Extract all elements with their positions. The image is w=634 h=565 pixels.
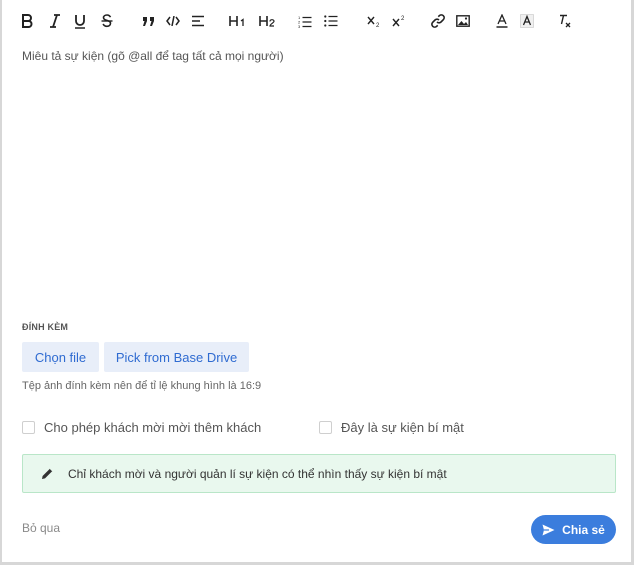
italic-icon[interactable]	[42, 9, 67, 33]
bullet-list-icon[interactable]	[320, 9, 342, 33]
allow-guests-checkbox[interactable]	[22, 421, 35, 434]
secret-event-notice: Chỉ khách mời và người quản lí sự kiện c…	[22, 454, 616, 493]
choose-file-button[interactable]: Chọn file	[22, 342, 99, 372]
underline-icon[interactable]	[67, 9, 93, 33]
skip-button[interactable]: Bỏ qua	[22, 521, 60, 535]
secret-event-label: Đây là sự kiện bí mật	[341, 420, 464, 435]
strikethrough-icon[interactable]	[93, 9, 120, 33]
event-dialog: 123 2 2 Miêu tả sự kiện (gõ @all để tag …	[0, 0, 634, 565]
code-icon[interactable]	[160, 9, 186, 33]
notice-text: Chỉ khách mời và người quản lí sự kiện c…	[68, 466, 447, 481]
attachments-label: ĐÍNH KÈM	[22, 322, 69, 332]
heading-2-icon[interactable]	[252, 9, 282, 33]
editor-toolbar: 123 2 2	[12, 8, 622, 34]
text-color-icon[interactable]	[490, 9, 514, 33]
align-icon[interactable]	[186, 9, 210, 33]
allow-guests-label: Cho phép khách mời mời thêm khách	[44, 420, 262, 435]
description-editor[interactable]: Miêu tả sự kiện (gõ @all để tag tất cả m…	[22, 49, 284, 63]
pencil-icon	[41, 467, 54, 480]
bold-icon[interactable]	[12, 9, 42, 33]
send-icon	[542, 524, 555, 536]
svg-text:2: 2	[376, 23, 380, 27]
heading-1-icon[interactable]	[222, 9, 252, 33]
background-color-icon[interactable]	[514, 9, 540, 33]
share-button[interactable]: Chia sẻ	[531, 515, 616, 544]
clear-format-icon[interactable]	[552, 9, 578, 33]
share-label: Chia sẻ	[562, 522, 605, 537]
pick-from-drive-button[interactable]: Pick from Base Drive	[104, 342, 249, 372]
allow-guests-option[interactable]: Cho phép khách mời mời thêm khách	[22, 420, 261, 435]
svg-text:2: 2	[401, 16, 405, 22]
link-icon[interactable]	[426, 9, 450, 33]
ordered-list-icon[interactable]: 123	[290, 9, 320, 33]
blockquote-icon[interactable]	[136, 9, 160, 33]
secret-event-checkbox[interactable]	[319, 421, 332, 434]
attachment-hint: Tệp ảnh đính kèm nên để tỉ lệ khung hình…	[22, 380, 262, 392]
superscript-icon[interactable]: 2	[386, 9, 412, 33]
image-icon[interactable]	[450, 9, 476, 33]
svg-text:3: 3	[298, 24, 301, 28]
subscript-icon[interactable]: 2	[362, 9, 386, 33]
secret-event-option[interactable]: Đây là sự kiện bí mật	[319, 420, 464, 435]
